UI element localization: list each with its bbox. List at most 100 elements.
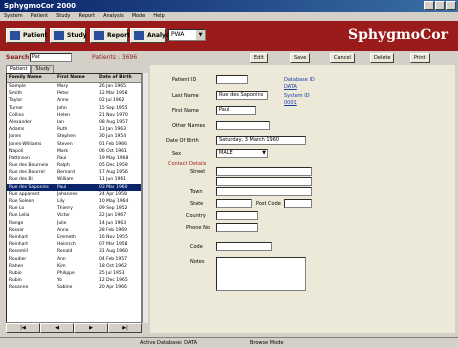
table-row[interactable]: Sample Mary 26 Jan 1965 — [7, 83, 141, 90]
table-row[interactable]: Adams Ruth 13 Jan 1963 — [7, 126, 141, 133]
table-row[interactable]: Rosanne Sabine 20 Apr 1966 — [7, 284, 141, 291]
save-button[interactable]: Save — [290, 53, 311, 63]
chevron-down-icon: ▼ — [196, 30, 205, 40]
table-row[interactable]: Pattinson Paul 19 May 1968 — [7, 155, 141, 162]
next-record-button[interactable]: ▶ — [74, 323, 108, 333]
patient-button[interactable]: Patient — [6, 28, 47, 43]
table-row[interactable]: Range Julie 14 Jun 1963 — [7, 220, 141, 227]
cell-first-name: Ian — [57, 119, 64, 125]
table-row[interactable]: Rosemill Ronald 31 Aug 1960 — [7, 248, 141, 255]
cell-family-name: Rue Leila — [9, 213, 30, 219]
cell-first-name: Anne — [57, 98, 69, 104]
menu-mode[interactable]: Mode — [132, 12, 146, 21]
table-row[interactable]: Rahen Kim 18 Oct 1962 — [7, 263, 141, 270]
cell-family-name: Jones-Williams — [9, 141, 42, 147]
table-row[interactable]: Rosser Anna 28 Feb 1969 — [7, 227, 141, 234]
cell-first-name: Sabine — [57, 285, 73, 291]
table-row[interactable]: Rue Soleon Lily 10 May 1964 — [7, 198, 141, 205]
menu-patient[interactable]: Patient — [31, 12, 48, 21]
table-row[interactable]: Rue Leila Victor 22 Jan 1967 — [7, 212, 141, 219]
table-row[interactable]: Jones-Williams Steven 01 Feb 1966 — [7, 141, 141, 148]
notes-textarea[interactable] — [216, 257, 306, 291]
database-id-value[interactable]: DATA — [284, 84, 297, 90]
table-row[interactable]: Alexander Ian 08 Aug 1957 — [7, 119, 141, 126]
edit-button[interactable]: Edit — [250, 53, 268, 63]
header-family-name[interactable]: Family Name — [7, 74, 57, 82]
cell-dob: 05 Dec 1959 — [99, 163, 128, 169]
country-field[interactable] — [216, 211, 258, 220]
first-name-field[interactable]: Paul — [216, 106, 256, 115]
prev-record-button[interactable]: ◀ — [40, 323, 74, 333]
table-row[interactable]: Taylor Anne 02 Jul 1962 — [7, 97, 141, 104]
dob-picker[interactable]: Saturday, 3 March 1960 — [216, 136, 306, 145]
phone-field[interactable] — [216, 223, 258, 232]
system-id-value[interactable]: 0001 — [284, 100, 297, 106]
record-navigator: |◀ ◀ ▶ ▶| — [6, 323, 142, 333]
table-row[interactable]: Rubio Philippe 25 Jul 1953 — [7, 270, 141, 277]
report-button[interactable]: Report — [90, 28, 130, 43]
table-row[interactable]: Rue des Bourrel Bernard 17 Aug 1956 — [7, 169, 141, 176]
close-icon[interactable] — [446, 1, 456, 10]
cell-family-name: Rue Soleon — [9, 199, 35, 204]
minimize-icon[interactable] — [424, 1, 434, 10]
cell-dob: 15 Sep 1955 — [99, 105, 128, 111]
last-name-field[interactable]: Rue des Saponins — [216, 91, 268, 100]
window-title: SphygmoCor 2000 — [0, 0, 458, 12]
town-label: Town — [190, 189, 203, 195]
analysis-button[interactable]: Analysis — [130, 28, 175, 43]
table-row[interactable]: Reinhart Emmeth 16 Nov 1955 — [7, 234, 141, 241]
town-field[interactable] — [216, 187, 312, 196]
header-first-name[interactable]: First Name — [57, 74, 99, 82]
table-row[interactable]: Roudier Ann 04 Feb 1957 — [7, 256, 141, 263]
table-row[interactable]: Rue des Bi William 11 Jun 1961 — [7, 176, 141, 183]
cell-first-name: Victor — [57, 213, 71, 219]
cell-first-name: Helen — [57, 112, 71, 118]
cell-family-name: Rubin — [9, 278, 22, 284]
table-row[interactable]: Rubin Yo 12 Dec 1965 — [7, 277, 141, 284]
tab-study[interactable]: Study — [31, 65, 54, 73]
menu-system[interactable]: System — [4, 12, 23, 21]
table-row[interactable]: Turner John 15 Sep 1955 — [7, 105, 141, 112]
dob-day: Saturday — [219, 137, 242, 143]
menu-report[interactable]: Report — [79, 12, 96, 21]
cell-dob: 24 Apr 1958 — [99, 191, 127, 197]
postcode-field[interactable] — [284, 199, 312, 208]
patient-id-field[interactable] — [216, 75, 248, 84]
delete-button[interactable]: Delete — [370, 53, 395, 63]
cancel-button[interactable]: Cancel — [330, 53, 355, 63]
maximize-icon[interactable] — [435, 1, 445, 10]
print-button[interactable]: Print — [410, 53, 430, 63]
state-field[interactable] — [216, 199, 252, 208]
table-row[interactable]: Rue des Bourneix Ralph 05 Dec 1959 — [7, 162, 141, 169]
first-record-button[interactable]: |◀ — [6, 323, 40, 333]
menu-study[interactable]: Study — [56, 12, 70, 21]
street-label: Street — [190, 169, 206, 175]
code-field[interactable] — [216, 242, 272, 251]
cell-first-name: William — [57, 177, 74, 183]
table-row[interactable]: Reinhart Heinrich 07 Mar 1958 — [7, 241, 141, 248]
other-names-field[interactable] — [216, 121, 270, 130]
menu-help[interactable]: Help — [153, 12, 164, 21]
table-row[interactable]: Napoli Mark 06 Oct 1961 — [7, 148, 141, 155]
last-record-button[interactable]: ▶| — [108, 323, 142, 333]
header-dob[interactable]: Date of Birth — [99, 74, 139, 82]
study-button[interactable]: Study — [50, 28, 87, 43]
cell-first-name: Paul — [57, 184, 67, 190]
menu-analysis[interactable]: Analysis — [103, 12, 124, 21]
search-input[interactable]: Pat — [30, 53, 72, 62]
list-rows: Sample Mary 26 Jan 1965 Smith Peter 12 Mar 19… — [7, 83, 141, 291]
table-row[interactable]: Rue des Saponins Paul 03 Mar 1960 — [7, 183, 141, 191]
street-field[interactable] — [216, 167, 312, 176]
cell-dob: 22 Jan 1967 — [99, 213, 126, 219]
table-row[interactable]: Smith Peter 12 Mar 1958 — [7, 90, 141, 97]
table-row[interactable]: Jones Stephen 30 Jun 1954 — [7, 133, 141, 140]
mode-select[interactable]: PWA ▼ — [168, 29, 206, 41]
street-field-2[interactable] — [216, 177, 312, 186]
tab-patient[interactable]: Patient — [6, 65, 32, 73]
sex-select[interactable]: MALE ▼ — [216, 149, 268, 158]
table-row[interactable]: Rue apparent Johannes 24 Apr 1958 — [7, 191, 141, 198]
table-row[interactable]: Rue Lo Thierry 09 Sep 1952 — [7, 205, 141, 212]
list-scrollbar[interactable] — [142, 73, 148, 323]
cell-family-name: Rue des Bourneix — [9, 163, 49, 169]
table-row[interactable]: Collins Helen 21 Nov 1970 — [7, 112, 141, 119]
